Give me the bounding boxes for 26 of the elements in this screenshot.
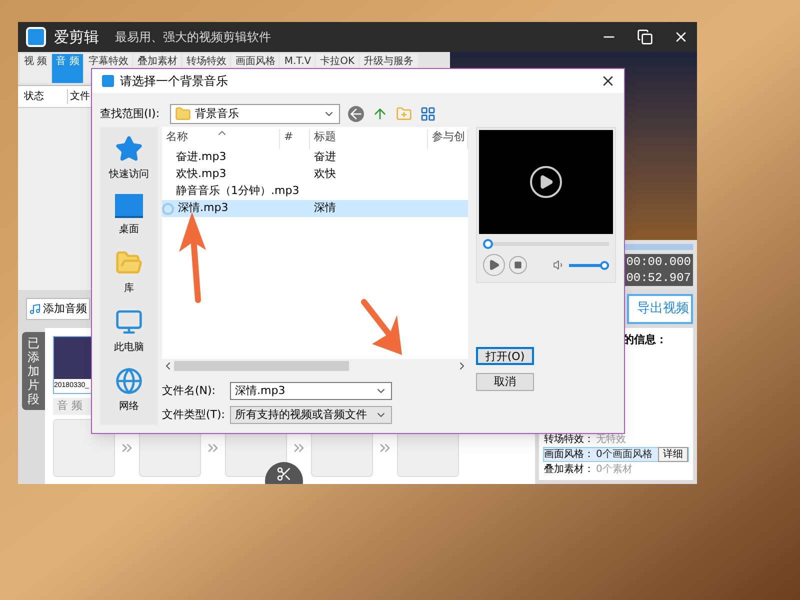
file-title: 奋进	[313, 149, 336, 166]
app-title: 爱剪辑	[54, 26, 99, 48]
file-name: 深情.mp3	[178, 200, 228, 216]
file-name-label: 文件名(N):	[162, 382, 217, 399]
look-in-label: 查找范围(I):	[100, 106, 161, 122]
dialog-title: 请选择一个背景音乐	[120, 73, 228, 90]
info-value: 0个素材	[596, 462, 632, 477]
info-label: 转场特效：	[544, 433, 595, 447]
info-value: 0个画面风格	[596, 448, 652, 462]
app-subtitle: 最易用、强大的视频剪辑软件	[115, 29, 271, 46]
file-name-value: 深情.mp3	[235, 382, 286, 399]
info-label: 叠加素材：	[544, 462, 595, 477]
column-header: 状态	[18, 89, 68, 104]
file-title: 深情	[313, 200, 336, 216]
column-header: 文件	[69, 90, 90, 104]
file-name: 奋进.mp3	[176, 149, 226, 166]
file-name: 静音音乐（1分钟）.mp3	[176, 183, 300, 200]
time-text: 00:00.000	[626, 254, 691, 270]
file-type-label: 文件类型(T):	[162, 406, 222, 423]
info-value: 无特效	[596, 433, 626, 447]
look-in-value: 背景音乐	[195, 106, 239, 122]
file-title: 欢快	[313, 166, 336, 182]
file-name: 欢快.mp3	[176, 166, 226, 182]
time-text: 00:52.907	[626, 270, 691, 286]
info-label: 画面风格：	[544, 448, 595, 462]
file-type-value: 所有支持的视频或音频文件	[235, 406, 367, 423]
